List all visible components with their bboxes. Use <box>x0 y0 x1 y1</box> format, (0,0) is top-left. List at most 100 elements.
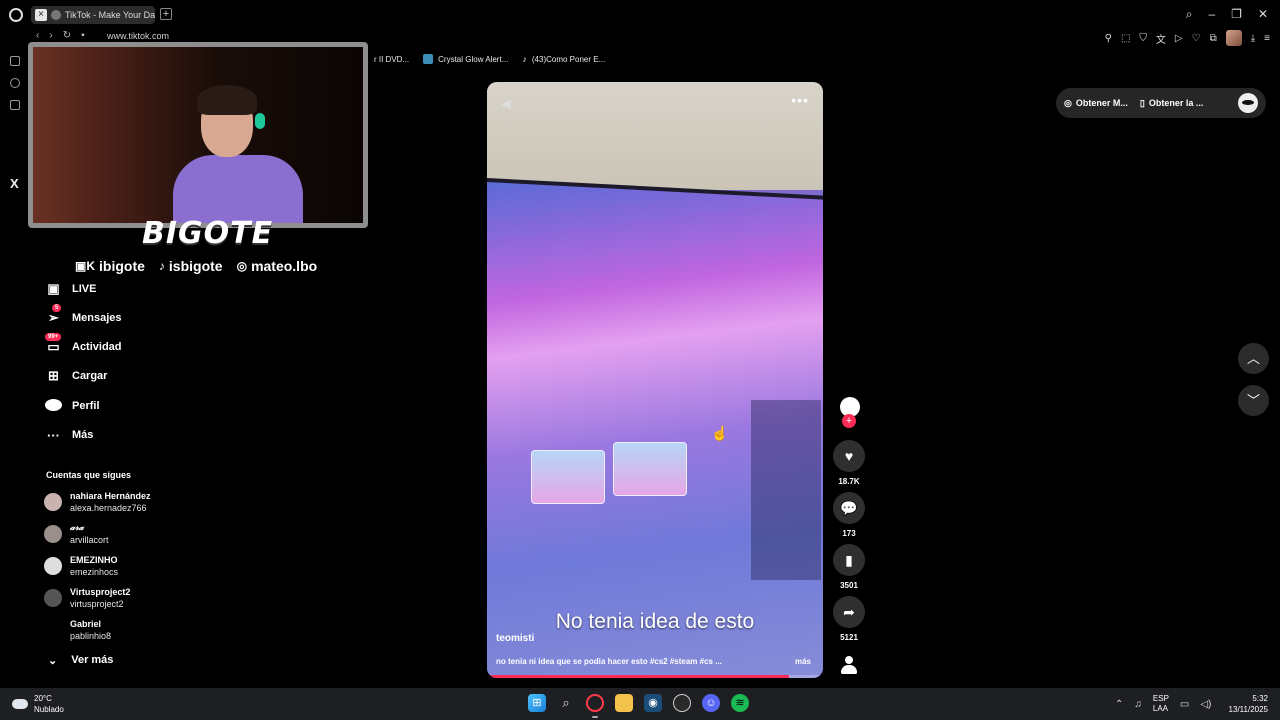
account-avatar[interactable] <box>1238 93 1258 113</box>
opera-gx-icon[interactable]: o <box>586 694 604 718</box>
spotify-icon[interactable]: ≋ <box>731 694 749 712</box>
x-twitter-icon[interactable]: X <box>10 176 19 191</box>
clock[interactable]: 5:32 13/11/2025 <box>1229 693 1268 715</box>
more-options-icon[interactable]: ••• <box>791 92 809 108</box>
notes-icon[interactable] <box>10 100 20 110</box>
profile-avatar[interactable] <box>1225 30 1242 46</box>
save-button[interactable]: ▮ <box>833 544 865 576</box>
avatar <box>44 493 62 511</box>
see-more-button[interactable]: ⌄ Ver más <box>48 654 113 667</box>
menu-icon[interactable]: ≡ <box>1264 33 1270 44</box>
profile-user-icon[interactable] <box>840 656 858 674</box>
minimize-button[interactable]: – <box>1208 7 1215 22</box>
previous-video-button[interactable]: ︿ <box>1238 343 1269 374</box>
history-icon[interactable] <box>10 78 20 88</box>
next-video-button[interactable]: ﹀ <box>1238 385 1269 416</box>
chevron-down-icon: ⌄ <box>48 655 58 667</box>
windows-start-icon[interactable]: ⊞ <box>528 694 546 712</box>
profile-icon <box>45 398 62 414</box>
tiktok-icon: ♪ <box>522 54 527 64</box>
stream-banner: BIGOTE ▣K ibigote ♪ isbigote ◎ mateo.lbo <box>20 216 375 278</box>
steam-icon[interactable]: ◉ <box>644 694 662 712</box>
play-icon[interactable]: ▷ <box>1175 33 1183 44</box>
activity-icon: ▭ 99+ <box>45 333 62 355</box>
video-progress-fill <box>487 675 790 678</box>
get-app-bar: ◎ Obtener M... ▯ Obtener la ... <box>1056 88 1266 118</box>
weather-widget[interactable]: 20°C Nublado <box>12 693 64 715</box>
live-icon: ▣ <box>47 281 60 296</box>
system-tray: ⌃ ♫ ESP LAA ▭ ◁) <box>1115 694 1211 714</box>
social-twitch: ▣K ibigote <box>75 258 145 274</box>
tiktok-icon: ♪ <box>158 259 165 273</box>
file-explorer-icon[interactable] <box>615 694 633 712</box>
streamer-image <box>173 85 303 223</box>
get-pc-app-button[interactable]: ◎ Obtener M... <box>1064 98 1128 109</box>
tab-tiktok[interactable]: × TikTok - Make Your Da <box>31 6 155 24</box>
download-icon[interactable]: ⤓ <box>1251 33 1255 44</box>
follow-plus-button[interactable]: + <box>842 414 856 428</box>
sidebar-item-actividad[interactable]: ▭ 99+ Actividad <box>45 333 122 357</box>
heart-icon[interactable]: ♡ <box>1192 33 1201 44</box>
desktop-icon: ◎ <box>1064 97 1072 108</box>
more-link[interactable]: más <box>795 657 811 666</box>
comment-icon: 💬 <box>840 500 858 516</box>
get-mobile-app-button[interactable]: ▯ Obtener la ... <box>1140 98 1203 109</box>
microphone-icon[interactable]: ♫ <box>1134 699 1142 710</box>
sidebar-item-mensajes[interactable]: ➢ 5 Mensajes <box>45 304 122 328</box>
language-indicator[interactable]: ESP LAA <box>1153 694 1169 714</box>
new-tab-button[interactable]: + <box>160 8 172 20</box>
followed-account[interactable]: Gabriel pablinhio8 <box>44 617 194 643</box>
opera-logo-icon[interactable] <box>9 8 23 22</box>
followed-account[interactable]: Virtusproject2 virtusproject2 <box>44 585 194 611</box>
display-icon[interactable]: ▭ <box>1180 699 1189 710</box>
save-count: 3501 <box>840 581 858 590</box>
social-instagram: ◎ mateo.lbo <box>236 258 318 274</box>
taskbar: 20°C Nublado ⊞ ⌕ o ◉ ☺ ≋ ⌃ ♫ ESP LAA ▭ ◁… <box>0 688 1280 720</box>
share-button[interactable]: ➦ <box>833 596 865 628</box>
bookmark-item[interactable]: r II DVD... <box>374 55 409 64</box>
search-icon[interactable]: ⌕ <box>1186 7 1193 22</box>
snapshot-icon[interactable]: ⬚ <box>1121 33 1130 44</box>
mute-icon[interactable]: ◀ <box>501 96 511 112</box>
bookmark-item[interactable]: ♪ (43)Como Poner E... <box>522 54 605 64</box>
sidebar-item-mas[interactable]: ··· Más <box>45 425 93 445</box>
like-count: 18.7K <box>838 477 860 486</box>
extensions-icon[interactable]: ⧉ <box>1210 33 1217 44</box>
chevron-down-icon: ﹀ <box>1246 393 1260 408</box>
messages-badge: 5 <box>52 304 62 312</box>
bookmark-item[interactable]: Crystal Glow Alert... <box>423 54 508 64</box>
chevron-up-icon[interactable]: ⌃ <box>1115 699 1123 710</box>
bookmark-icon <box>423 54 434 64</box>
comment-count: 173 <box>842 529 856 538</box>
sidebar-item-cargar[interactable]: ⊞ Cargar <box>45 366 107 386</box>
sidebar-item-perfil[interactable]: Perfil <box>45 396 100 416</box>
restore-button[interactable]: ❐ <box>1231 7 1242 22</box>
video-author[interactable]: teomisti <box>496 633 534 644</box>
twitch-kick-icon: ▣K <box>75 259 96 273</box>
close-window-button[interactable]: ✕ <box>1258 7 1268 22</box>
pin-icon[interactable]: ⚲ <box>1105 33 1112 44</box>
followed-account[interactable]: nahiara Hernández alexa.hernadez766 <box>44 489 194 515</box>
upload-icon: ⊞ <box>48 368 59 383</box>
volume-icon[interactable]: ◁) <box>1200 699 1211 710</box>
send-icon: ➢ 5 <box>45 304 62 326</box>
webcam-overlay: BIGOTE ▣K ibigote ♪ isbigote ◎ mateo.lbo <box>20 38 375 278</box>
shield-icon[interactable]: ⛉ <box>1139 33 1147 44</box>
cloud-icon <box>12 699 28 709</box>
sidebar-item-live[interactable]: ▣ LIVE <box>45 279 96 299</box>
video-player[interactable]: ◀ ••• No tenia idea de esto teomisti no … <box>487 82 823 678</box>
messenger-icon[interactable] <box>10 56 20 66</box>
tiktok-favicon-icon <box>50 10 61 20</box>
translate-icon[interactable]: 文 <box>1156 31 1166 46</box>
phone-icon: ▯ <box>1139 97 1145 108</box>
video-progress-bar[interactable] <box>487 675 823 678</box>
followed-account[interactable]: 𝒶𝓇𝒶 arvillacort <box>44 521 194 547</box>
obs-icon[interactable] <box>673 694 691 712</box>
comment-button[interactable]: 💬 <box>833 492 865 524</box>
discord-icon[interactable]: ☺ <box>702 694 720 712</box>
search-icon[interactable]: ⌕ <box>557 694 575 712</box>
like-button[interactable]: ♥ <box>833 440 865 472</box>
share-icon: ➦ <box>843 604 855 620</box>
tab-close-icon[interactable]: × <box>35 9 47 21</box>
followed-account[interactable]: EMEZINHO emezinhocs <box>44 553 194 579</box>
